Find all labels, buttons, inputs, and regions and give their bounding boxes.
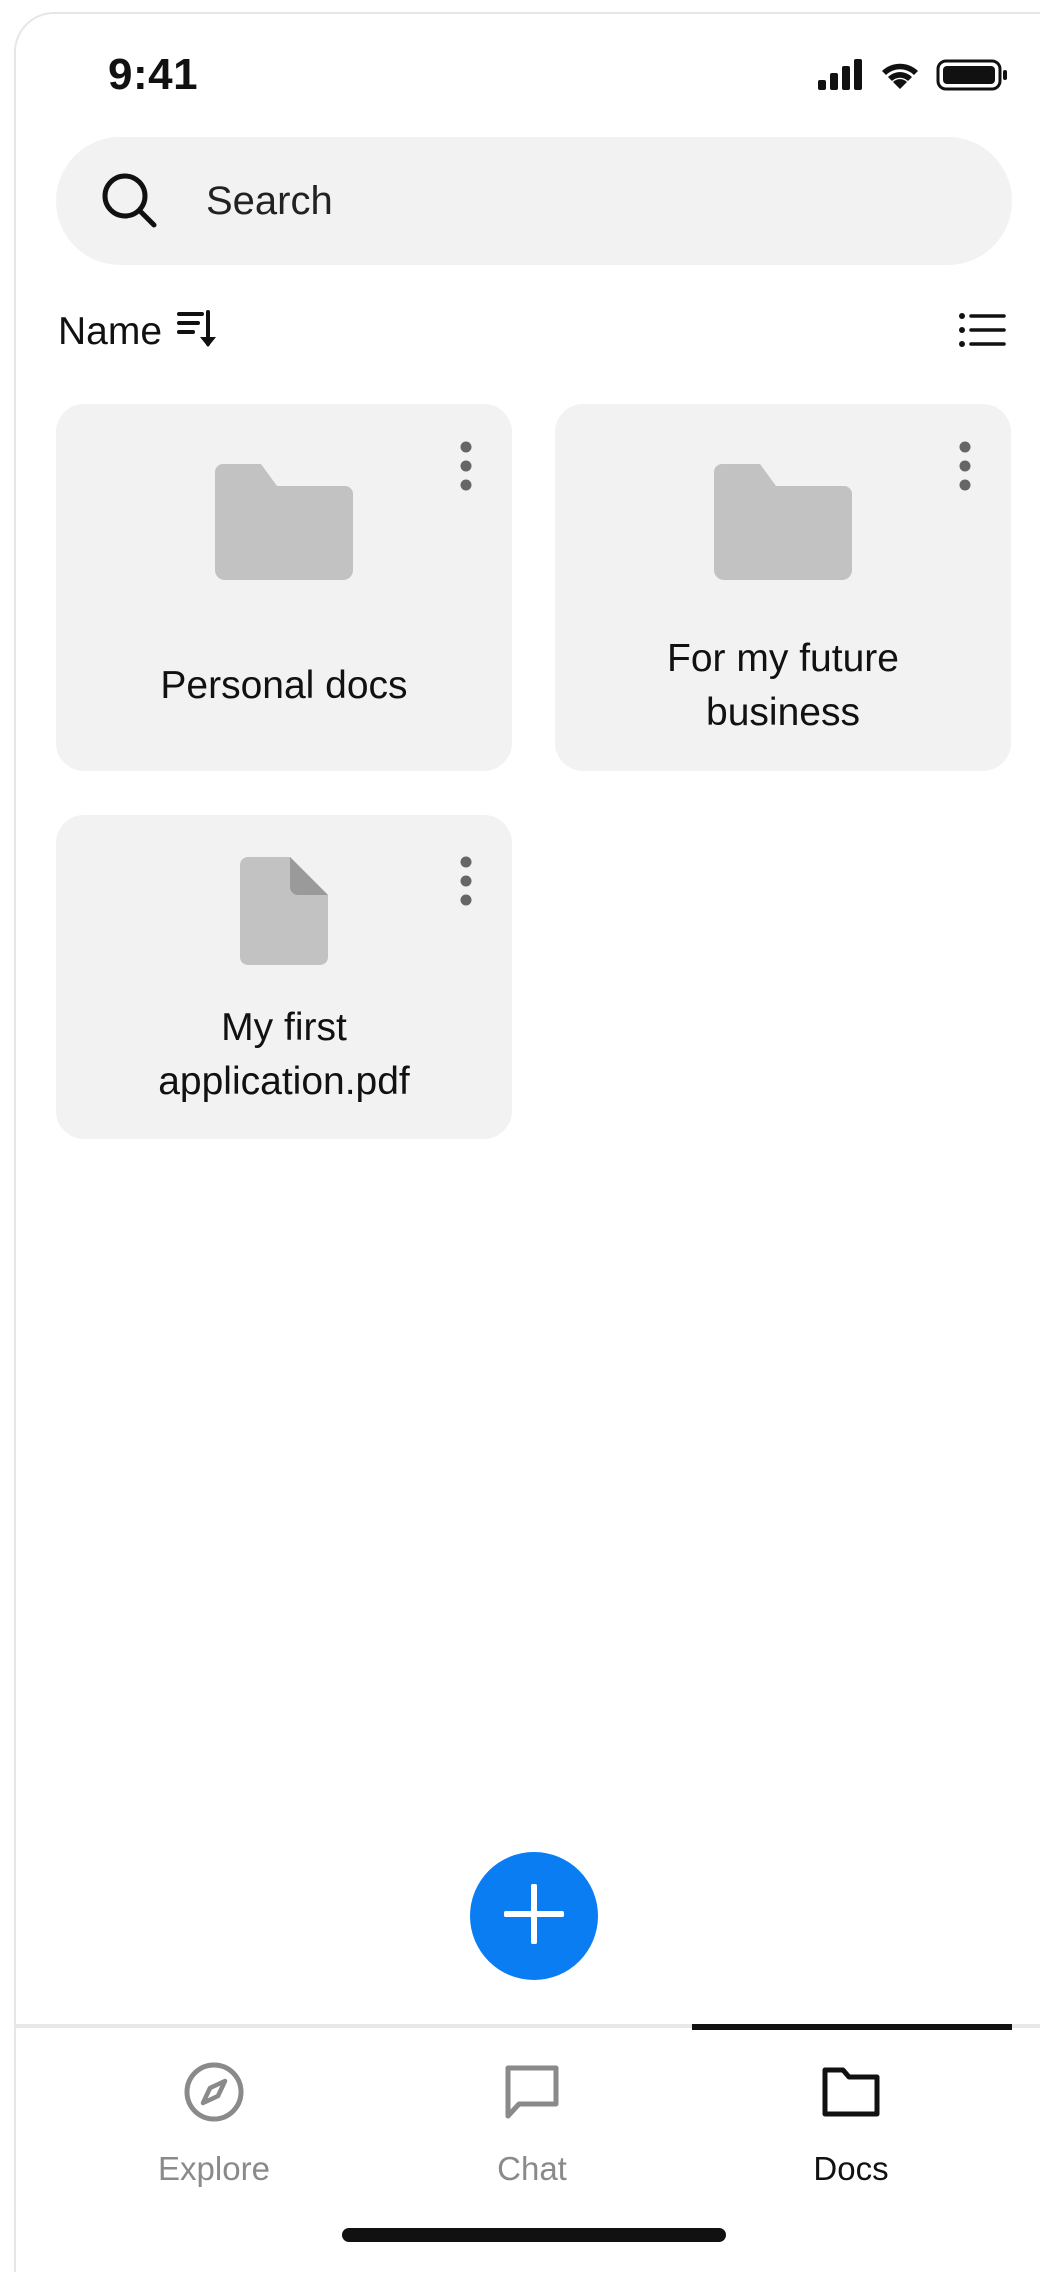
more-vertical-icon: [456, 441, 476, 496]
more-vertical-icon: [955, 441, 975, 496]
active-tab-indicator: [692, 2024, 1012, 2030]
item-title: My first application.pdf: [158, 1006, 410, 1103]
more-options-button[interactable]: [955, 440, 975, 492]
tab-label: Docs: [813, 2150, 889, 2187]
more-vertical-icon: [456, 856, 476, 911]
item-title: For my future business: [667, 637, 899, 734]
wifi-icon: [882, 63, 918, 89]
folder-card[interactable]: For my future business: [555, 404, 1011, 771]
plus-icon: [503, 1882, 565, 1949]
search-icon: [100, 171, 158, 234]
home-indicator[interactable]: [342, 2228, 726, 2242]
folder-icon: [821, 2056, 881, 2128]
folder-card[interactable]: Personal docs: [56, 404, 512, 771]
tab-chat[interactable]: Chat: [412, 2056, 652, 2188]
sort-button[interactable]: Name: [58, 308, 218, 355]
search-input[interactable]: [206, 173, 906, 229]
tab-label: Explore: [158, 2150, 270, 2187]
folder-icon: [714, 464, 852, 585]
folder-thumbnail: [56, 464, 512, 585]
bottom-tab-bar: Explore Chat Docs: [14, 2024, 1040, 2257]
tab-explore[interactable]: Explore: [94, 2056, 334, 2188]
add-button[interactable]: [470, 1852, 598, 1980]
tab-label: Chat: [497, 2150, 567, 2187]
sort-label: Name: [58, 309, 163, 353]
status-icons: [816, 58, 1016, 94]
compass-icon: [182, 2056, 246, 2128]
list-view-icon: [958, 313, 1006, 354]
file-thumbnail: [56, 857, 512, 970]
status-time: 9:41: [108, 50, 199, 99]
signal-icon: [818, 59, 862, 90]
folder-thumbnail: [555, 464, 1011, 585]
folder-icon: [215, 464, 353, 585]
search-bar[interactable]: [56, 137, 1012, 265]
chat-bubble-icon: [502, 2056, 562, 2128]
file-card[interactable]: My first application.pdf: [56, 815, 512, 1139]
tab-docs[interactable]: Docs: [731, 2056, 971, 2188]
item-title: Personal docs: [160, 664, 408, 707]
more-options-button[interactable]: [456, 855, 476, 907]
battery-icon: [936, 59, 1007, 91]
file-icon: [240, 857, 328, 970]
more-options-button[interactable]: [456, 440, 476, 492]
sort-descending-icon: [176, 308, 218, 355]
view-toggle-button[interactable]: [958, 310, 1006, 355]
